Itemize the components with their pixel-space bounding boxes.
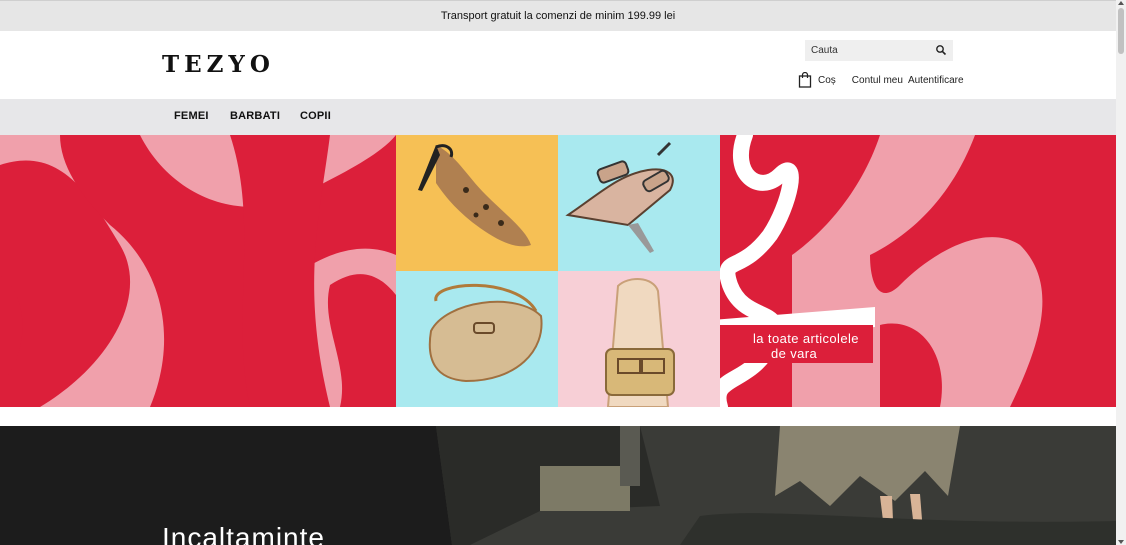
page: Transport gratuit la comenzi de minim 19… — [0, 0, 1116, 545]
promo-text: Transport gratuit la comenzi de minim 19… — [440, 10, 676, 22]
promo-bar: Transport gratuit la comenzi de minim 19… — [0, 0, 1116, 31]
search-icon[interactable] — [935, 44, 947, 56]
site-header: TEZYO Coș Contul meu Autentificare — [0, 31, 1116, 99]
nav-item-femei[interactable]: FEMEI — [174, 110, 209, 122]
hero-caption-line2: de vara — [771, 346, 818, 361]
account-row: Coș Contul meu Autentificare — [798, 71, 980, 89]
scrollbar-thumb[interactable] — [1118, 8, 1124, 54]
hero-caption: la toate articolele de vara — [753, 331, 859, 361]
product-tile-leopard-heels[interactable] — [396, 135, 558, 271]
logo[interactable]: TEZYO — [162, 53, 275, 77]
nav-item-copii[interactable]: COPII — [300, 110, 331, 122]
sandal-icon — [565, 141, 674, 253]
login-link[interactable]: Autentificare — [908, 75, 964, 86]
shopping-bag-icon[interactable] — [798, 72, 812, 88]
category-banner[interactable]: Incaltaminte — [0, 426, 1116, 545]
leopard-heel-icon — [418, 144, 531, 247]
page-scrollbar[interactable] — [1116, 0, 1126, 545]
hero-caption-line1: la toate articolele — [753, 331, 859, 346]
slide-sandal-icon — [605, 278, 675, 407]
my-account-link[interactable]: Contul meu — [852, 75, 903, 86]
search-box — [805, 40, 953, 61]
hero-banner[interactable]: la toate articolele de vara — [0, 135, 1116, 407]
handbag-icon — [428, 283, 543, 383]
search-input[interactable] — [805, 40, 933, 61]
product-tile-handbag[interactable] — [396, 271, 558, 407]
cart-link[interactable]: Coș — [818, 75, 836, 86]
product-tile-metallic-sandals[interactable] — [558, 135, 720, 271]
scroll-up-icon[interactable] — [1118, 1, 1124, 5]
main-nav: FEMEI BARBATI COPII — [0, 99, 1116, 135]
product-tile-slides[interactable] — [558, 271, 720, 407]
nav-item-barbati[interactable]: BARBATI — [230, 110, 280, 122]
category-title: Incaltaminte — [162, 522, 325, 545]
scroll-down-icon[interactable] — [1118, 540, 1124, 544]
